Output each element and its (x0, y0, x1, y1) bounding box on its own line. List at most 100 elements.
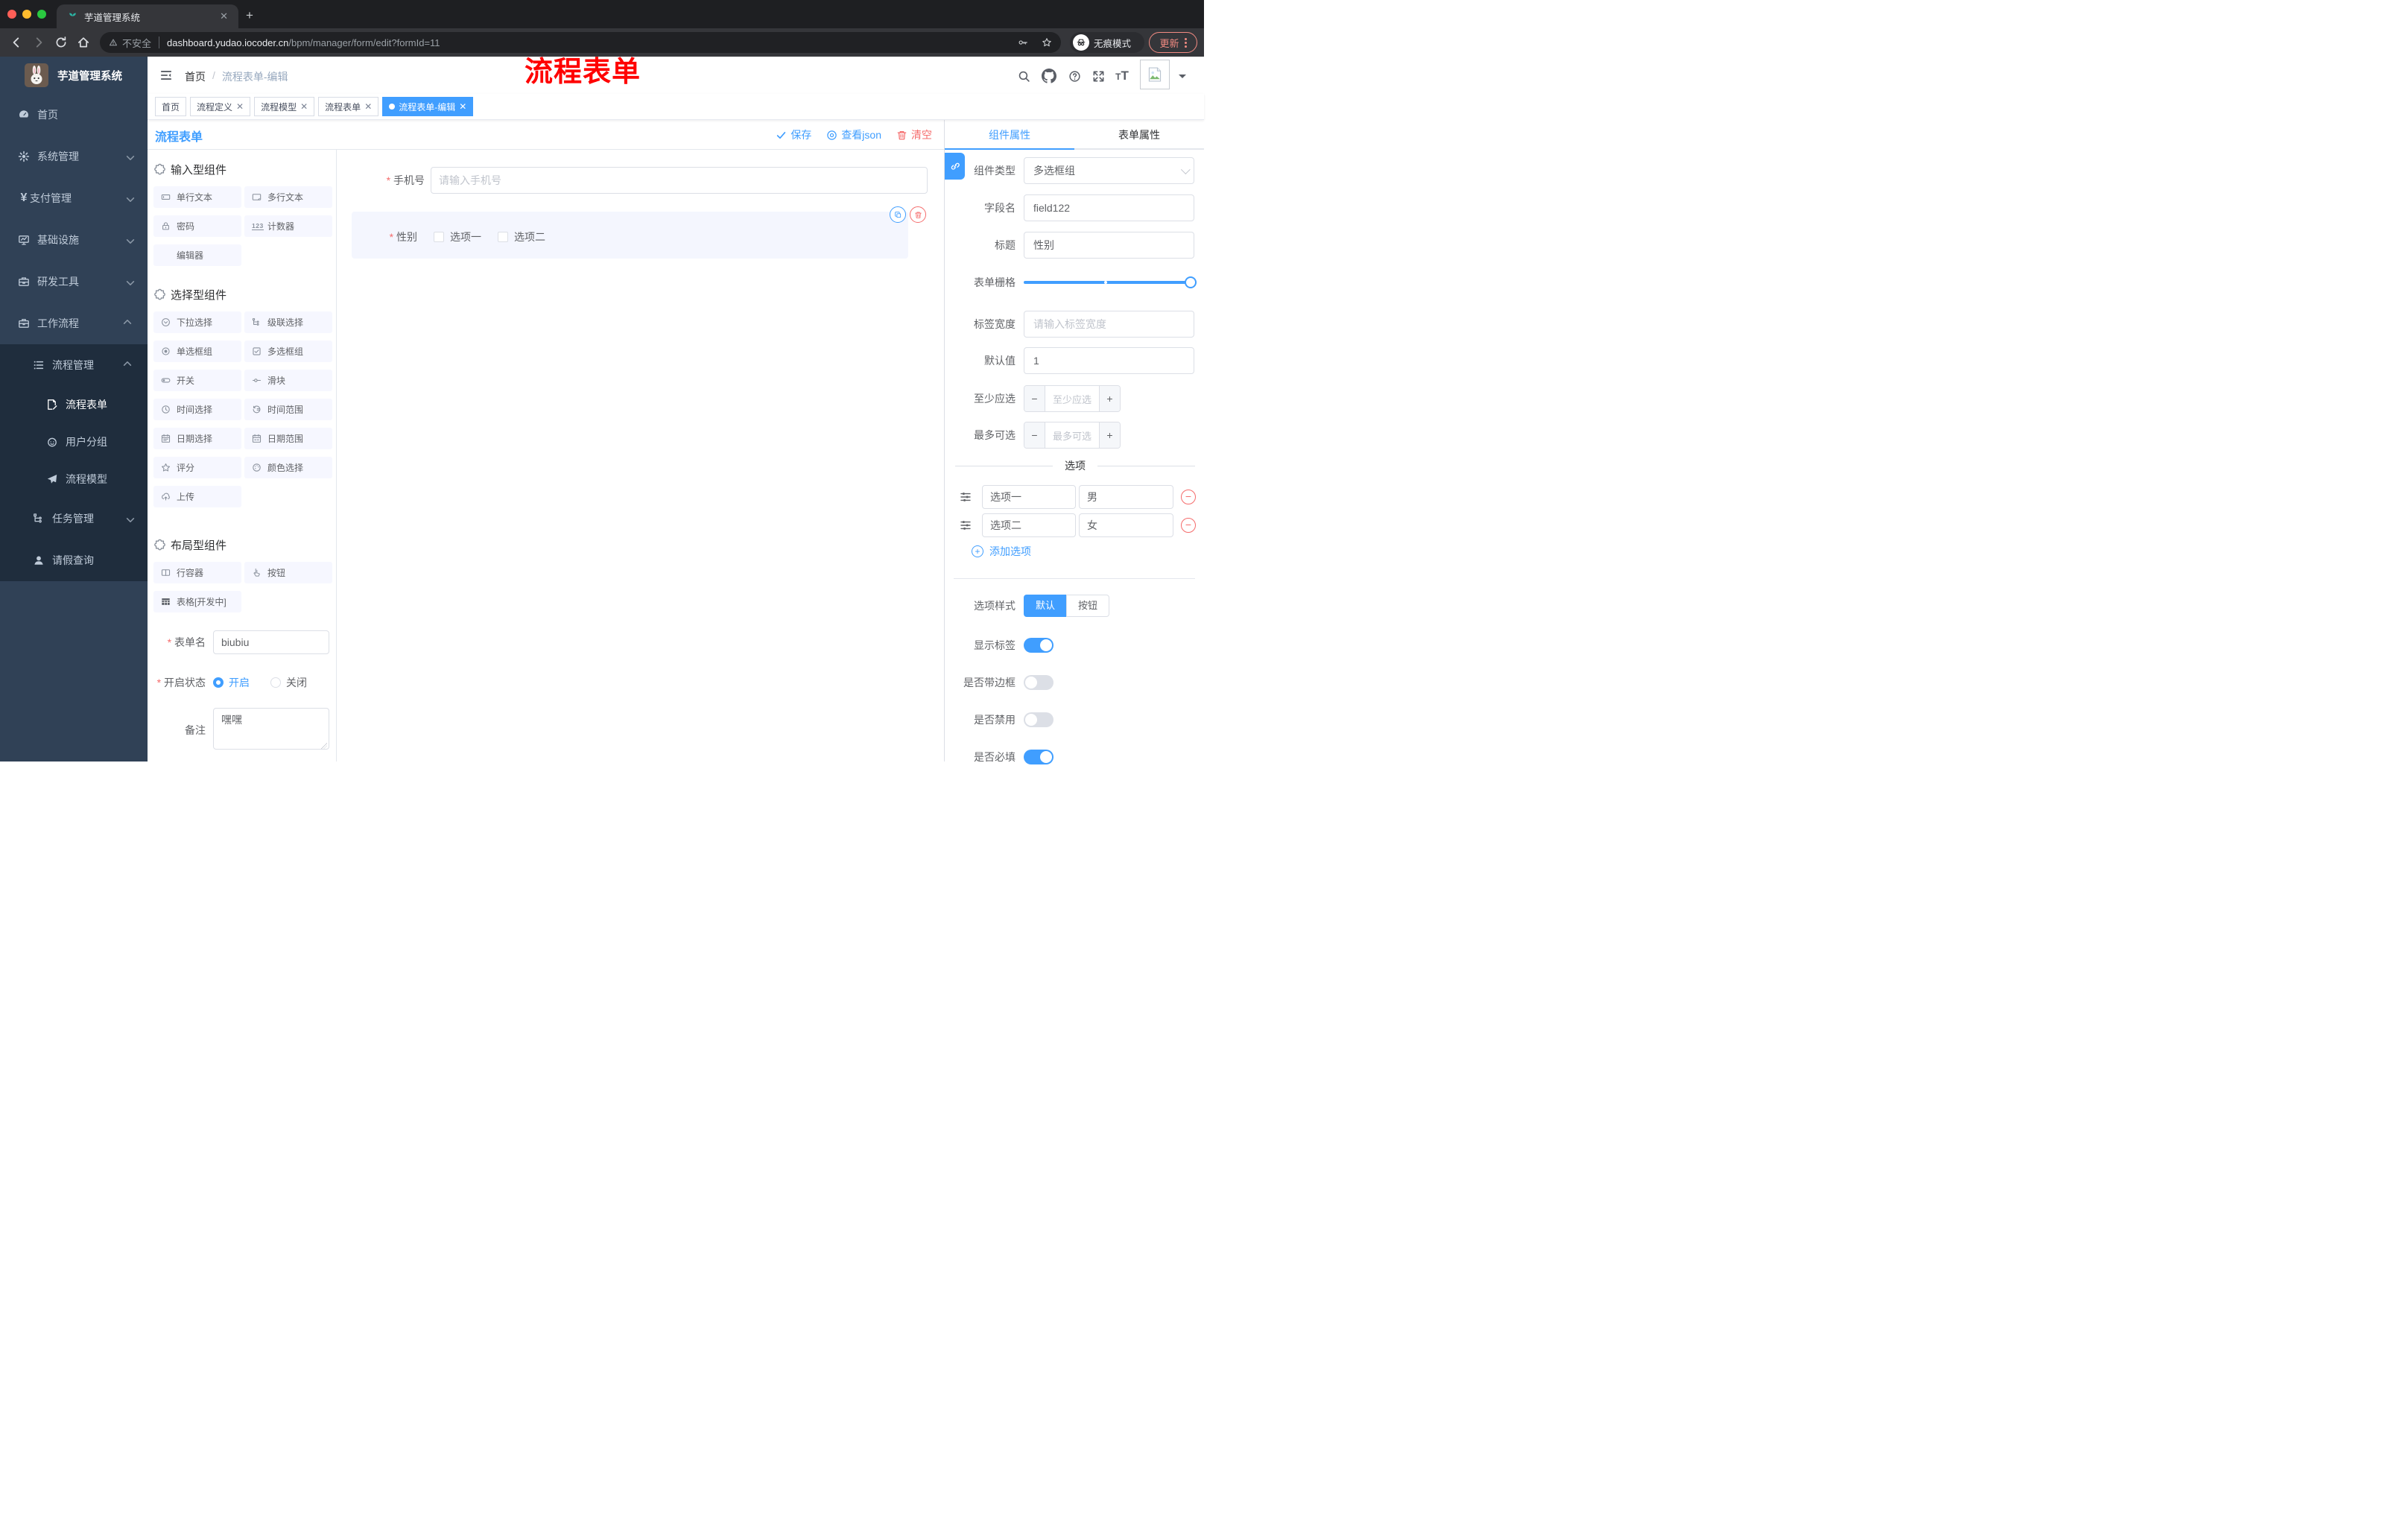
field-name-input[interactable] (1024, 194, 1194, 221)
component-item-时间范围[interactable]: 时间范围 (244, 399, 332, 420)
address-bar[interactable]: 不安全 dashboard.yudao.iocoder.cn/bpm/manag… (100, 32, 1061, 53)
view-tag-首页[interactable]: 首页 (155, 97, 187, 116)
sidebar-item-任务管理[interactable]: 任务管理 (0, 498, 148, 539)
tab-component-props[interactable]: 组件属性 (945, 120, 1074, 150)
component-item-日期范围[interactable]: 日期范围 (244, 428, 332, 449)
new-tab-button[interactable]: + (246, 9, 253, 22)
sidebar-item-工作流程[interactable]: 工作流程 (0, 303, 148, 344)
close-tag-icon[interactable]: ✕ (459, 101, 466, 112)
view-tag-流程表单-编辑[interactable]: 流程表单-编辑 ✕ (382, 97, 474, 116)
phone-field[interactable]: 手机号 (337, 167, 944, 194)
clear-button[interactable]: 清空 (896, 127, 932, 142)
component-item-编辑器[interactable]: 编辑器 (153, 244, 241, 266)
sidebar-item-支付管理[interactable]: ¥ 支付管理 (0, 177, 148, 219)
component-item-日期选择[interactable]: 日期选择 (153, 428, 241, 449)
reload-icon[interactable] (54, 35, 69, 50)
component-item-计数器[interactable]: 123 计数器 (244, 215, 332, 237)
component-item-行容器[interactable]: 行容器 (153, 562, 241, 583)
window-controls[interactable] (7, 10, 46, 19)
view-tag-流程模型[interactable]: 流程模型 ✕ (254, 97, 315, 116)
component-item-评分[interactable]: 评分 (153, 457, 241, 478)
component-item-单行文本[interactable]: 单行文本 (153, 186, 241, 208)
sidebar-item-系统管理[interactable]: 系统管理 (0, 136, 148, 177)
component-item-颜色选择[interactable]: 颜色选择 (244, 457, 332, 478)
gender-option2-checkbox[interactable]: 选项二 (498, 229, 545, 244)
breadcrumb-home[interactable]: 首页 (185, 69, 206, 84)
remove-option-icon[interactable]: − (1181, 518, 1196, 533)
browser-update-button[interactable]: 更新 (1149, 32, 1197, 53)
font-size-icon[interactable]: TT (1115, 69, 1129, 83)
avatar[interactable] (1140, 60, 1170, 89)
component-item-多选框组[interactable]: 多选框组 (244, 341, 332, 362)
component-item-级联选择[interactable]: 级联选择 (244, 311, 332, 333)
add-option-button[interactable]: + 添加选项 (972, 543, 1197, 560)
toggle-是否必填[interactable] (1024, 750, 1054, 764)
increment-button[interactable]: + (1099, 422, 1120, 448)
form-name-input[interactable] (213, 630, 329, 654)
title-input[interactable] (1024, 232, 1194, 259)
component-item-单选框组[interactable]: 单选框组 (153, 341, 241, 362)
component-item-表格[开发中][interactable]: 表格[开发中] (153, 591, 241, 612)
password-key-icon[interactable] (1018, 37, 1028, 48)
component-item-时间选择[interactable]: 时间选择 (153, 399, 241, 420)
decrement-button[interactable]: − (1024, 386, 1045, 411)
view-tag-流程定义[interactable]: 流程定义 ✕ (190, 97, 251, 116)
component-item-多行文本[interactable]: 多行文本 (244, 186, 332, 208)
drag-handle-icon[interactable] (960, 519, 972, 531)
sidebar-item-研发工具[interactable]: 研发工具 (0, 261, 148, 303)
form-canvas[interactable]: 手机号 性别 选项一 选项二 (337, 150, 944, 762)
browser-menu-icon[interactable] (1184, 37, 1187, 48)
forward-icon[interactable] (31, 35, 46, 50)
component-item-密码[interactable]: 密码 (153, 215, 241, 237)
decrement-button[interactable]: − (1024, 422, 1045, 448)
close-tag-icon[interactable]: ✕ (300, 101, 308, 112)
component-item-滑块[interactable]: 滑块 (244, 370, 332, 391)
form-remark-textarea[interactable]: 嘿嘿 (213, 708, 329, 750)
view-tag-流程表单[interactable]: 流程表单 ✕ (318, 97, 379, 116)
component-item-按钮[interactable]: 按钮 (244, 562, 332, 583)
close-tag-icon[interactable]: ✕ (364, 101, 372, 112)
default-value-input[interactable] (1024, 347, 1194, 374)
save-button[interactable]: 保存 (776, 127, 811, 142)
toggle-显示标签[interactable] (1024, 638, 1054, 653)
close-tag-icon[interactable]: ✕ (236, 101, 244, 112)
collapse-sidebar-icon[interactable] (159, 69, 173, 82)
panel-handle-link-icon[interactable] (945, 153, 965, 180)
view-json-button[interactable]: 查看json (826, 127, 881, 142)
max-select-stepper[interactable]: − 最多可选 + (1024, 422, 1121, 449)
style-default-button[interactable]: 默认 (1024, 595, 1067, 617)
option-name-input[interactable] (982, 513, 1076, 537)
fullscreen-icon[interactable] (1091, 69, 1106, 83)
component-item-开关[interactable]: 开关 (153, 370, 241, 391)
option-name-input[interactable] (982, 485, 1076, 509)
form-grid-slider[interactable] (1024, 271, 1197, 294)
avatar-caret-icon[interactable] (1179, 75, 1186, 82)
help-icon[interactable] (1067, 69, 1082, 83)
slider-handle[interactable] (1185, 276, 1197, 288)
component-item-下拉选择[interactable]: 下拉选择 (153, 311, 241, 333)
tab-form-props[interactable]: 表单属性 (1074, 120, 1204, 148)
delete-component-icon[interactable] (910, 206, 926, 223)
back-icon[interactable] (9, 35, 24, 50)
bookmark-star-icon[interactable] (1042, 37, 1052, 48)
toggle-是否禁用[interactable] (1024, 712, 1054, 727)
search-icon[interactable] (1016, 69, 1031, 83)
status-on-radio[interactable]: 开启 (213, 675, 250, 690)
option-value-input[interactable] (1079, 485, 1173, 509)
status-off-radio[interactable]: 关闭 (270, 675, 307, 690)
sidebar-item-流程表单[interactable]: 流程表单 (0, 386, 148, 423)
sidebar-item-流程模型[interactable]: 流程模型 (0, 460, 148, 498)
phone-input[interactable] (431, 167, 928, 194)
sidebar-item-用户分组[interactable]: 用户分组 (0, 423, 148, 460)
tab-close-icon[interactable]: ✕ (217, 10, 231, 22)
remove-option-icon[interactable]: − (1181, 490, 1196, 504)
close-window-button[interactable] (7, 10, 16, 19)
minimize-window-button[interactable] (22, 10, 31, 19)
copy-component-icon[interactable] (890, 206, 906, 223)
toggle-是否带边框[interactable] (1024, 675, 1054, 690)
min-select-stepper[interactable]: − 至少应选 + (1024, 385, 1121, 412)
component-type-select[interactable] (1024, 157, 1194, 184)
sidebar-item-基础设施[interactable]: 基础设施 (0, 219, 148, 261)
option-value-input[interactable] (1079, 513, 1173, 537)
component-item-上传[interactable]: 上传 (153, 486, 241, 507)
